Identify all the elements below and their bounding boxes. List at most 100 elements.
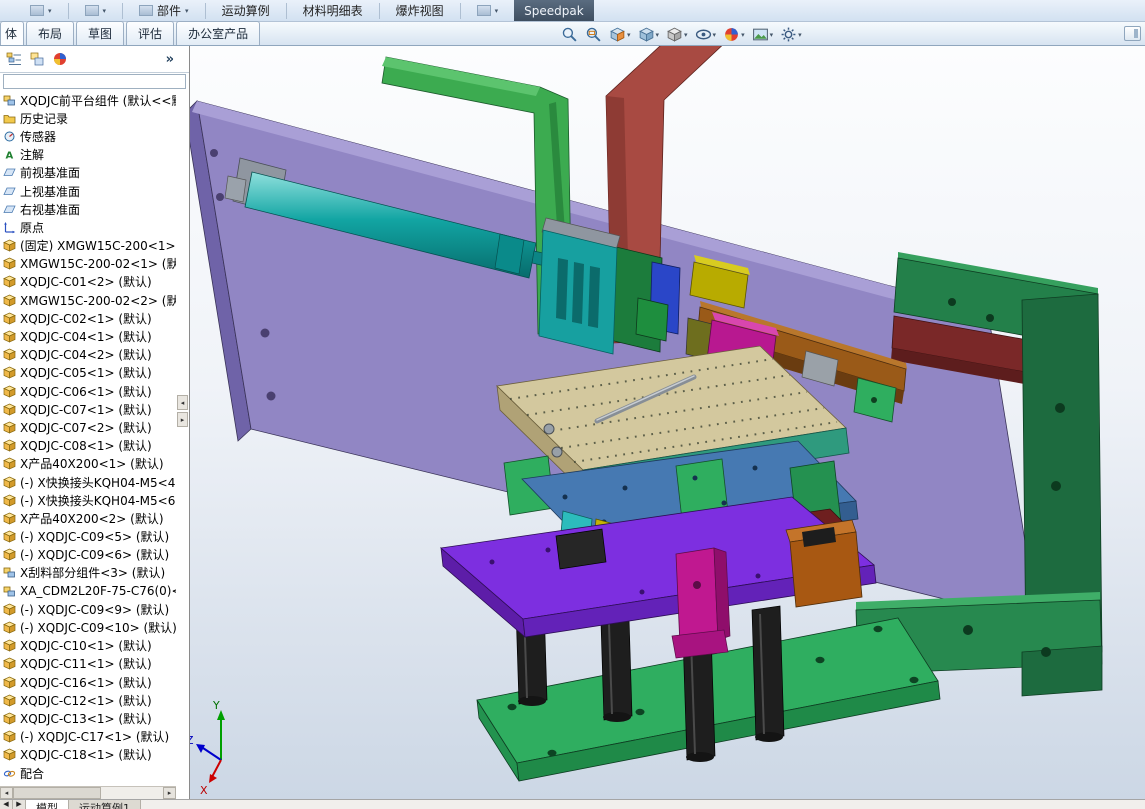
tree-item[interactable]: XQDJC前平台组件 (默认<<默认>_ [0, 91, 176, 109]
tree-item[interactable]: XQDJC-C04<2> (默认) [0, 346, 176, 364]
tree-item[interactable]: (-) XQDJC-C17<1> (默认) [0, 728, 176, 746]
view-orientation-button[interactable]: ▾ [637, 25, 661, 44]
ribbon-command[interactable]: Speedpak [514, 0, 594, 21]
tree-item[interactable]: XQDJC-C04<1> (默认) [0, 327, 176, 345]
configuration-manager-tab[interactable] [28, 50, 46, 68]
zoom-area-button[interactable] [584, 25, 603, 44]
tree-item-label: XA_CDM2L20F-75-C76(0)<1> [20, 584, 176, 599]
tree-item-label: X产品40X200<1> (默认) [20, 457, 164, 472]
ribbon-command[interactable]: ▾ [475, 0, 501, 21]
part-purple-platform[interactable] [440, 496, 877, 638]
splitter-right-arrow[interactable]: ▸ [177, 412, 188, 427]
tree-item-label: XQDJC-C08<1> (默认) [20, 439, 152, 454]
tab-prev-button[interactable]: ◀ [0, 800, 13, 809]
tree-item[interactable]: (-) XQDJC-C09<6> (默认) [0, 546, 176, 564]
tree-item-icon [3, 385, 16, 398]
tree-item[interactable]: 配合 [0, 764, 176, 782]
tree-item-icon [3, 494, 16, 507]
featuremanager-tree-tab[interactable] [5, 50, 23, 68]
tree-item[interactable]: 上视基准面 [0, 182, 176, 200]
graphics-area[interactable]: Y Z X [190, 46, 1145, 799]
tree-item[interactable]: (-) XQDJC-C09<5> (默认) [0, 528, 176, 546]
ribbon-command[interactable]: 部件 ▾ [137, 0, 191, 21]
tree-item[interactable]: XQDJC-C11<1> (默认) [0, 655, 176, 673]
tree-item-label: XQDJC-C01<2> (默认) [20, 275, 152, 290]
tree-item-icon [3, 476, 16, 489]
tree-item[interactable]: XQDJC-C12<1> (默认) [0, 691, 176, 709]
ribbon-tab[interactable]: 办公室产品 [176, 21, 261, 45]
scroll-left-arrow[interactable]: ◂ [0, 787, 13, 799]
tree-item[interactable]: XA_CDM2L20F-75-C76(0)<1> [0, 582, 176, 600]
scroll-thumb[interactable] [13, 787, 101, 799]
zoom-fit-button[interactable] [560, 25, 579, 44]
tree-item[interactable]: XMGW15C-200-02<1> (默认) [0, 255, 176, 273]
tree-item[interactable]: XQDJC-C18<1> (默认) [0, 746, 176, 764]
tree-item[interactable]: XQDJC-C07<2> (默认) [0, 418, 176, 436]
tree-item-label: (-) XQDJC-C17<1> (默认) [20, 730, 170, 745]
tree-item[interactable]: X刮料部分组件<3> (默认) [0, 564, 176, 582]
ribbon-separator [378, 2, 380, 19]
ribbon-command[interactable]: 爆炸视图 [394, 0, 446, 21]
appearance-manager-tab[interactable] [51, 50, 69, 68]
tree-item[interactable]: (-) X快换接头KQH04-M5<4> ( [0, 473, 176, 491]
ribbon-tab[interactable]: 草图 [76, 21, 125, 45]
tree-item[interactable]: XQDJC-C05<1> (默认) [0, 364, 176, 382]
dropdown-caret-icon: ▾ [102, 6, 107, 15]
tree-item[interactable]: XQDJC-C08<1> (默认) [0, 437, 176, 455]
tree-item-label: (固定) XMGW15C-200<1> (默 [20, 239, 176, 254]
collapse-pane-button[interactable] [1124, 26, 1141, 41]
ribbon-command[interactable]: ▾ [83, 0, 109, 21]
tree-item-icon [3, 312, 16, 325]
tree-item[interactable]: XQDJC-C01<2> (默认) [0, 273, 176, 291]
ribbon-command[interactable]: ▾ [28, 0, 54, 21]
section-view-icon [609, 26, 626, 43]
ribbon-command[interactable]: 材料明细表 [301, 0, 365, 21]
tree-item[interactable]: XQDJC-C13<1> (默认) [0, 709, 176, 727]
edit-appearance-button[interactable]: ▾ [722, 25, 746, 44]
tree-item[interactable]: XQDJC-C06<1> (默认) [0, 382, 176, 400]
tree-item[interactable]: 历史记录 [0, 109, 176, 127]
ribbon-tab[interactable]: 布局 [26, 21, 75, 45]
tree-top-box[interactable] [3, 74, 186, 89]
tree-item-icon [3, 621, 16, 634]
model-tab[interactable]: 模型 [26, 800, 69, 809]
view-settings-button[interactable]: ▾ [779, 25, 803, 44]
ribbon-command[interactable]: 运动算例 [220, 0, 272, 21]
tree-item[interactable]: 前视基准面 [0, 164, 176, 182]
dropdown-caret-icon: ▾ [494, 6, 499, 15]
assembly-3d-view[interactable]: Y Z X [190, 46, 1145, 799]
tree-item[interactable]: (-) XQDJC-C09<10> (默认) [0, 618, 176, 636]
tree-item[interactable]: XQDJC-C10<1> (默认) [0, 637, 176, 655]
tree-item[interactable]: XQDJC-C16<1> (默认) [0, 673, 176, 691]
ribbon-tab[interactable]: 体 [0, 21, 25, 45]
tree-item[interactable]: XQDJC-C07<1> (默认) [0, 400, 176, 418]
model-tab[interactable]: 运动算例1 [69, 800, 141, 809]
ribbon-tab[interactable]: 评估 [126, 21, 175, 45]
display-style-button[interactable]: ▾ [665, 25, 689, 44]
tree-item[interactable]: (-) XQDJC-C09<9> (默认) [0, 600, 176, 618]
scroll-right-arrow[interactable]: ▸ [163, 787, 176, 799]
tree-item[interactable]: XMGW15C-200-02<2> (默认) [0, 291, 176, 309]
tree-item[interactable]: X产品40X200<2> (默认) [0, 509, 176, 527]
part-magenta-bracket[interactable] [671, 547, 731, 659]
tree-item-icon [3, 694, 16, 707]
tree-item[interactable]: (-) X快换接头KQH04-M5<6> ( [0, 491, 176, 509]
apply-scene-button[interactable]: ▾ [751, 25, 775, 44]
tree-horizontal-scrollbar[interactable]: ◂ ▸ [0, 786, 176, 799]
tab-next-button[interactable]: ▶ [13, 800, 26, 809]
splitter-left-arrow[interactable]: ◂ [177, 395, 188, 410]
tree-item-icon [3, 221, 16, 234]
feature-manager-tabs: » [0, 46, 189, 73]
tree-item[interactable]: 原点 [0, 218, 176, 236]
tree-item[interactable]: XQDJC-C02<1> (默认) [0, 309, 176, 327]
tree-item[interactable]: (固定) XMGW15C-200<1> (默 [0, 237, 176, 255]
tree-item[interactable]: 注解 [0, 146, 176, 164]
tree-item[interactable]: 右视基准面 [0, 200, 176, 218]
dropdown-caret-icon: ▾ [712, 30, 717, 39]
section-view-button[interactable]: ▾ [608, 25, 632, 44]
tree-item[interactable]: X产品40X200<1> (默认) [0, 455, 176, 473]
hide-show-items-button[interactable]: ▾ [694, 25, 718, 44]
view-settings-icon [780, 26, 797, 43]
dropdown-caret-icon: ▾ [185, 6, 189, 15]
tree-item[interactable]: 传感器 [0, 127, 176, 145]
